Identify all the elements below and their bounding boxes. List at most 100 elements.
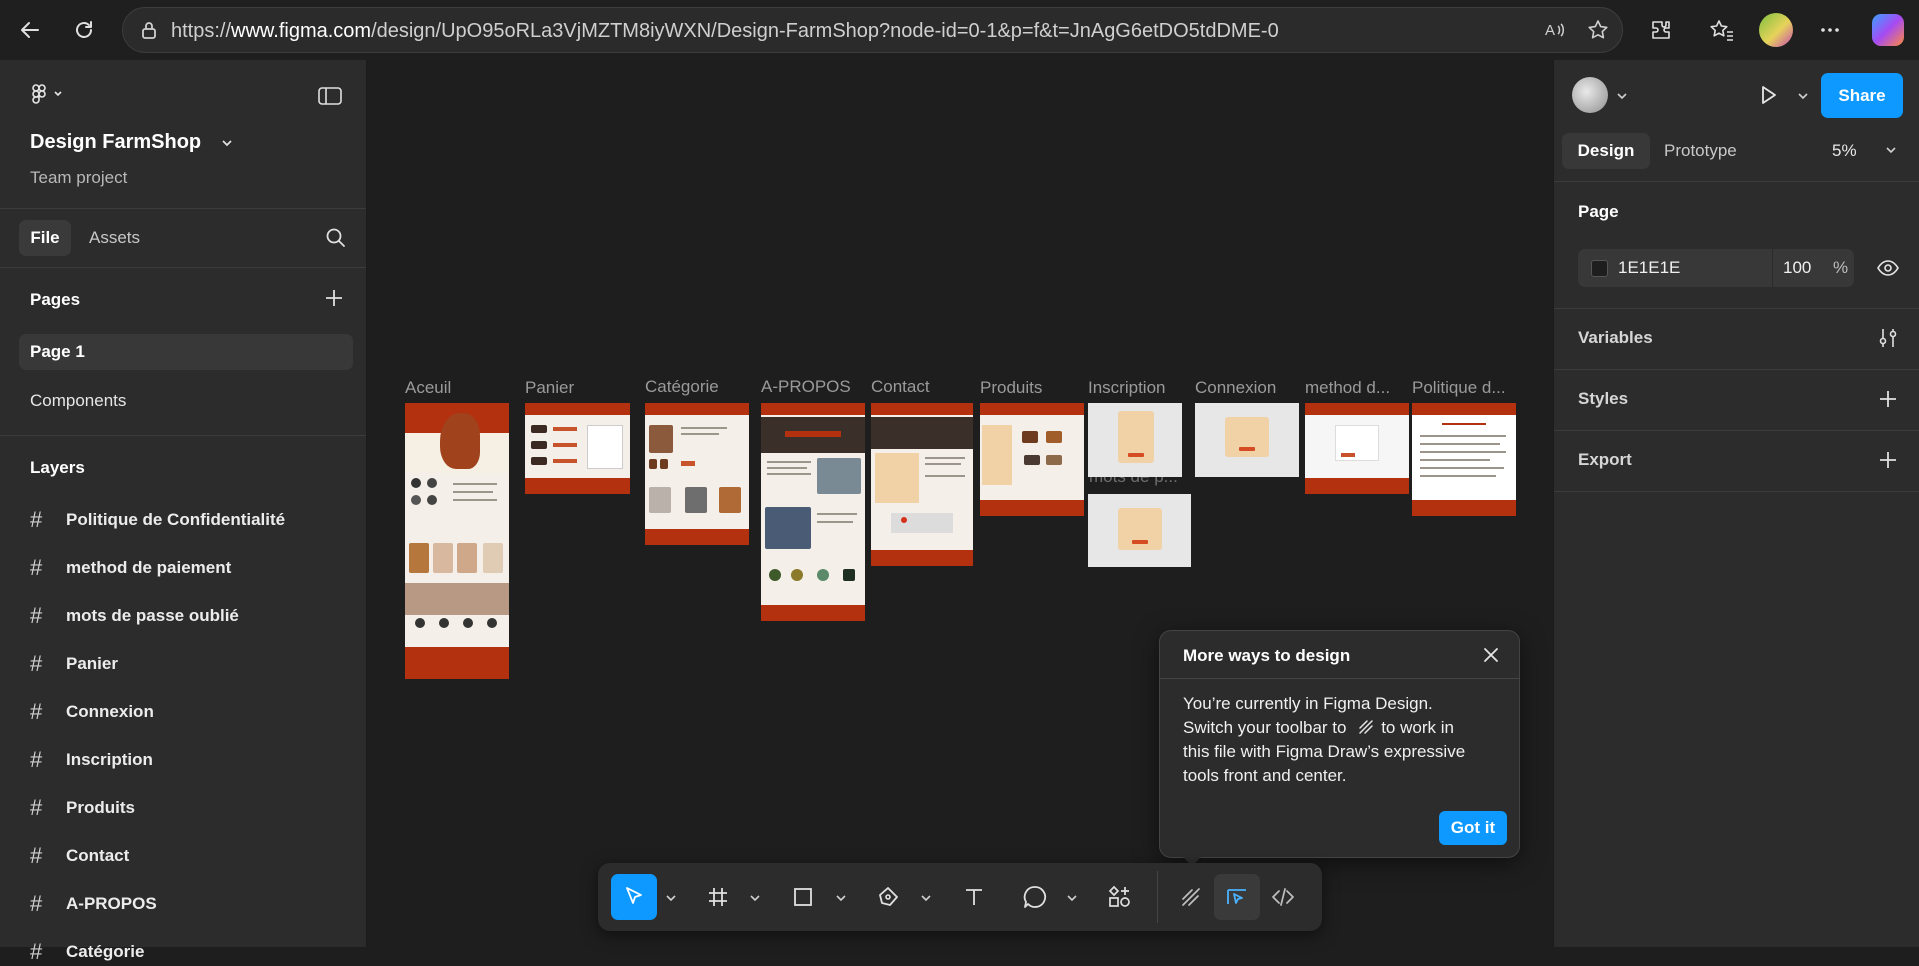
tooltip-text: to work in: [1381, 718, 1454, 737]
bg-hex-value[interactable]: 1E1E1E: [1618, 258, 1680, 278]
frame-connexion[interactable]: [1195, 403, 1299, 477]
frame-produits[interactable]: [980, 403, 1084, 516]
frame-label-inscription[interactable]: Inscription: [1088, 378, 1165, 398]
frame-label-contact[interactable]: Contact: [871, 377, 930, 397]
pages-heading: Pages: [30, 290, 81, 309]
search-icon[interactable]: [320, 222, 352, 254]
layer-a-propos[interactable]: # A-PROPOS: [30, 890, 157, 918]
read-aloud-icon[interactable]: A: [1539, 14, 1571, 46]
layer-method-de-paiement[interactable]: # method de paiement: [30, 554, 231, 582]
copilot-icon[interactable]: [1872, 14, 1904, 46]
tab-assets[interactable]: Assets: [89, 228, 140, 248]
sidebar-toggle-icon[interactable]: [314, 80, 346, 112]
frame-label-categorie[interactable]: Catégorie: [645, 377, 719, 397]
chevron-down-icon[interactable]: [750, 894, 760, 902]
page-item-page-1[interactable]: Page 1: [19, 334, 353, 370]
more-icon[interactable]: [1814, 14, 1846, 46]
frame-tool-icon[interactable]: [695, 874, 741, 920]
frame-a-propos[interactable]: [761, 403, 865, 621]
frame-hash-icon: #: [30, 939, 43, 964]
add-style-plus-icon[interactable]: [1872, 383, 1904, 415]
frame-contact[interactable]: [871, 403, 973, 566]
frame-hash-icon: #: [30, 747, 43, 772]
chevron-down-icon[interactable]: [1798, 92, 1808, 100]
close-icon[interactable]: [1475, 639, 1507, 671]
frame-politique[interactable]: [1412, 403, 1516, 516]
map-image: [891, 513, 953, 533]
page-background-field[interactable]: 1E1E1E 100 %: [1578, 249, 1854, 287]
got-it-button[interactable]: Got it: [1439, 811, 1507, 845]
profile-avatar[interactable]: [1759, 13, 1793, 47]
share-button[interactable]: Share: [1821, 73, 1903, 118]
back-icon[interactable]: [14, 14, 46, 46]
move-tool-icon[interactable]: [611, 874, 657, 920]
favorites-icon[interactable]: [1706, 14, 1738, 46]
extensions-icon[interactable]: [1645, 14, 1677, 46]
tab-file[interactable]: File: [19, 220, 71, 256]
frame-aceuil[interactable]: [405, 403, 509, 679]
frame-mots-de-passe[interactable]: [1088, 494, 1191, 567]
address-bar[interactable]: https://www.figma.com/design/UpO95oRLa3V…: [122, 7, 1623, 53]
layer-connexion[interactable]: # Connexion: [30, 698, 154, 726]
add-export-plus-icon[interactable]: [1872, 444, 1904, 476]
dev-mode-icon[interactable]: [1260, 874, 1306, 920]
frame-label-a-propos[interactable]: A-PROPOS: [761, 377, 851, 397]
layer-categorie[interactable]: # Catégorie: [30, 938, 144, 966]
chevron-down-icon[interactable]: [666, 894, 676, 902]
page-section-heading: Page: [1578, 202, 1619, 221]
zoom-level[interactable]: 5%: [1832, 141, 1857, 161]
text-tool-icon[interactable]: [951, 874, 997, 920]
frame-label-politique[interactable]: Politique d...: [1412, 378, 1506, 398]
project-name[interactable]: Design FarmShop: [30, 131, 233, 154]
page-item-components[interactable]: Components: [19, 383, 353, 419]
tab-prototype[interactable]: Prototype: [1664, 141, 1737, 161]
comment-tool-icon[interactable]: [1012, 874, 1058, 920]
rectangle-tool-icon[interactable]: [780, 874, 826, 920]
bg-opacity-value[interactable]: 100: [1783, 258, 1811, 278]
chevron-down-icon[interactable]: [1067, 894, 1077, 902]
actions-icon[interactable]: [1097, 874, 1143, 920]
styles-heading[interactable]: Styles: [1578, 389, 1628, 409]
layer-contact[interactable]: # Contact: [30, 842, 129, 870]
eye-icon[interactable]: [1872, 252, 1904, 284]
frame-label-panier[interactable]: Panier: [525, 378, 574, 398]
layer-produits[interactable]: # Produits: [30, 794, 135, 822]
product-image: [409, 543, 429, 573]
frame-header: [1305, 403, 1409, 415]
variables-icon[interactable]: [1872, 322, 1904, 354]
frame-panier[interactable]: [525, 403, 630, 494]
favorite-icon[interactable]: [1582, 14, 1614, 46]
design-mode-icon[interactable]: [1214, 874, 1260, 920]
layer-politique-de-confidentialite[interactable]: # Politique de Confidentialité: [30, 506, 285, 534]
frame-method-de-paiement[interactable]: [1305, 403, 1409, 494]
figma-logo-icon[interactable]: [30, 84, 68, 106]
chevron-down-icon[interactable]: [836, 894, 846, 902]
layer-inscription[interactable]: # Inscription: [30, 746, 153, 774]
frame-categorie[interactable]: [645, 403, 749, 545]
frame-label-method-de-paiement[interactable]: method d...: [1305, 378, 1390, 398]
frame-label-connexion[interactable]: Connexion: [1195, 378, 1276, 398]
pen-tool-icon[interactable]: [865, 874, 911, 920]
frame-inscription[interactable]: [1088, 403, 1182, 477]
chevron-down-icon: [222, 140, 232, 146]
color-swatch[interactable]: [1591, 260, 1608, 277]
chevron-down-icon[interactable]: [1617, 92, 1627, 100]
chevron-down-icon[interactable]: [921, 894, 931, 902]
draw-mode-icon[interactable]: [1168, 874, 1214, 920]
frame-label-aceuil[interactable]: Aceuil: [405, 378, 451, 398]
refresh-icon[interactable]: [68, 14, 100, 46]
text-line: [767, 473, 811, 475]
layer-panier[interactable]: # Panier: [30, 650, 118, 678]
lock-icon[interactable]: [133, 14, 165, 46]
user-avatar[interactable]: [1572, 77, 1608, 113]
layer-mots-de-passe-oublie[interactable]: # mots de passe oublié: [30, 602, 239, 630]
export-heading[interactable]: Export: [1578, 450, 1632, 470]
frame-label-produits[interactable]: Produits: [980, 378, 1042, 398]
variables-heading[interactable]: Variables: [1578, 328, 1653, 348]
divider: [1554, 369, 1919, 370]
tab-design[interactable]: Design: [1562, 133, 1650, 169]
add-page-plus-icon[interactable]: [318, 282, 350, 314]
team-avatar: [487, 618, 497, 628]
play-icon[interactable]: [1752, 79, 1784, 111]
chevron-down-icon[interactable]: [1886, 146, 1896, 154]
